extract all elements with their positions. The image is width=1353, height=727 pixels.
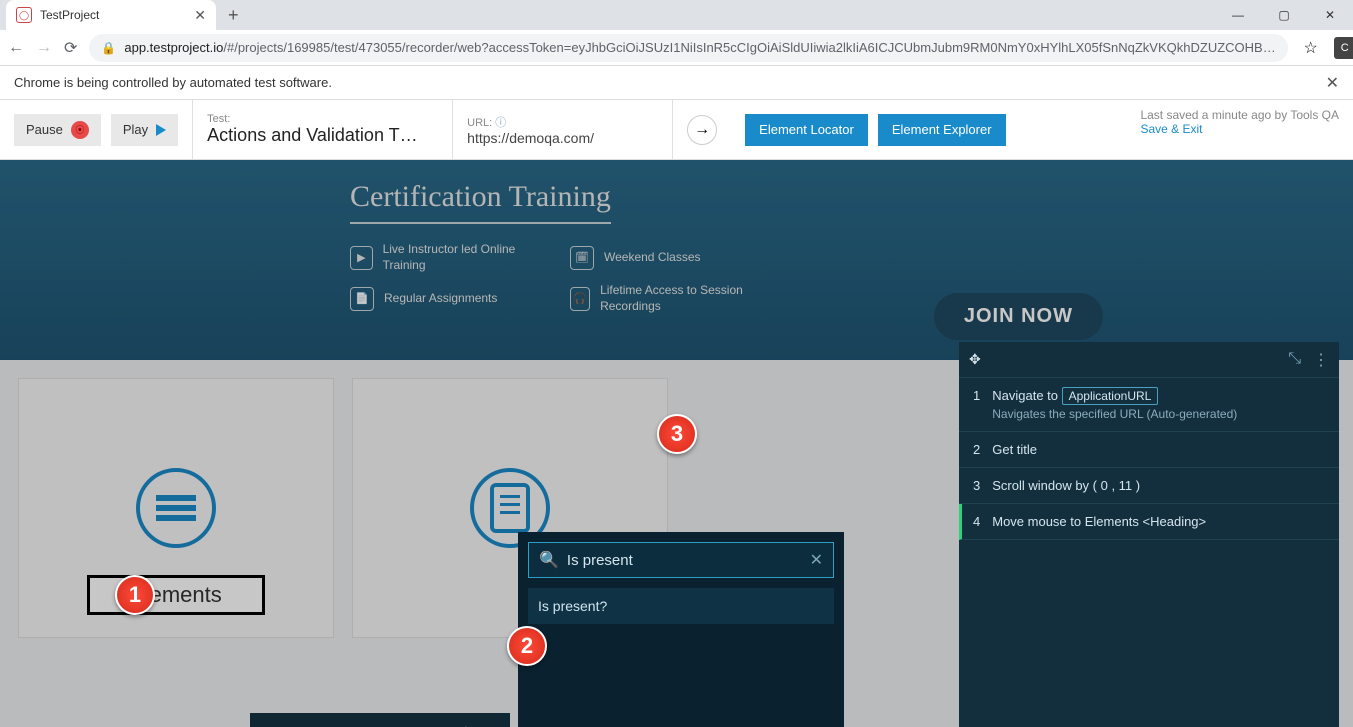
element-context-menu: Heading ⌬ ⋮ ✦ Actions › ✓ Validations › … xyxy=(250,713,510,727)
feature-text: Regular Assignments xyxy=(384,291,497,307)
window-titlebar: ◯ TestProject ✕ + — ▢ ✕ xyxy=(0,0,1353,30)
element-locator-button[interactable]: Element Locator xyxy=(745,114,868,146)
test-label: Test: xyxy=(207,113,438,125)
feature-text: Lifetime Access to Session Recordings xyxy=(600,283,770,314)
lock-icon: 🔒 xyxy=(101,41,116,55)
feature-text: Weekend Classes xyxy=(604,250,701,266)
save-exit-link[interactable]: Save & Exit xyxy=(1140,122,1339,136)
last-saved-text: Last saved a minute ago by Tools QA xyxy=(1140,108,1339,122)
steps-panel: ✥ ⤡ ⋮ 1 Navigate to ApplicationURL Navig… xyxy=(959,342,1339,727)
search-icon: 🔍 xyxy=(539,550,559,570)
window-minimize-icon[interactable]: — xyxy=(1215,0,1261,30)
step-row[interactable]: 1 Navigate to ApplicationURL Navigates t… xyxy=(959,378,1339,432)
step-subtext: Navigates the specified URL (Auto-genera… xyxy=(992,407,1325,421)
drag-move-icon[interactable]: ✥ xyxy=(969,351,981,368)
callout-badge-2: 2 xyxy=(507,626,547,666)
search-result-item[interactable]: Is present? xyxy=(528,588,834,624)
feature-text: Live Instructor led Online Training xyxy=(383,242,550,273)
browser-tab[interactable]: ◯ TestProject ✕ xyxy=(6,0,216,30)
recorder-toolbar: Pause ⦿ Play Test: Actions and Validatio… xyxy=(0,100,1353,160)
infobar-text: Chrome is being controlled by automated … xyxy=(14,75,332,90)
step-row[interactable]: 4 Move mouse to Elements <Heading> xyxy=(959,504,1339,540)
bookmark-star-icon[interactable]: ☆ xyxy=(1300,37,1322,59)
url-host: app.testproject.io xyxy=(124,40,223,55)
save-area: Last saved a minute ago by Tools QA Save… xyxy=(1126,100,1353,159)
url-path: /#/projects/169985/test/473055/recorder/… xyxy=(223,40,1275,55)
steps-more-icon[interactable]: ⋮ xyxy=(1313,350,1329,370)
play-circle-icon: ▶ xyxy=(350,246,373,270)
tab-close-icon[interactable]: ✕ xyxy=(194,7,206,24)
url-label: URL: ⓘ xyxy=(467,114,658,130)
collapse-icon[interactable]: ⤡ xyxy=(1288,350,1301,370)
nav-back-icon[interactable]: ← xyxy=(8,39,24,57)
step-row[interactable]: 3 Scroll window by ( 0 , 11 ) xyxy=(959,468,1339,504)
step-row[interactable]: 2 Get title xyxy=(959,432,1339,468)
headphones-icon: 🎧 xyxy=(570,287,590,311)
play-icon xyxy=(156,124,166,136)
record-indicator-icon: ⦿ xyxy=(71,121,89,139)
url-value: https://demoqa.com/ xyxy=(467,130,658,146)
automation-infobar: Chrome is being controlled by automated … xyxy=(0,66,1353,100)
pause-button[interactable]: Pause ⦿ xyxy=(14,114,101,146)
card-label: Elements xyxy=(87,575,265,615)
window-maximize-icon[interactable]: ▢ xyxy=(1261,0,1307,30)
go-arrow-button[interactable]: → xyxy=(687,115,717,145)
search-box[interactable]: 🔍 ✕ xyxy=(528,542,834,578)
nav-reload-icon[interactable]: ⟳ xyxy=(64,38,77,58)
window-close-icon[interactable]: ✕ xyxy=(1307,0,1353,30)
calendar-icon: 🗓 xyxy=(570,246,594,270)
infobar-close-icon[interactable]: ✕ xyxy=(1326,73,1339,93)
search-input[interactable] xyxy=(567,552,802,569)
url-box[interactable]: 🔒 app.testproject.io/#/projects/169985/t… xyxy=(89,34,1287,62)
banner-title: Certification Training xyxy=(350,180,611,224)
callout-badge-1: 1 xyxy=(115,575,155,615)
callout-badge-3: 3 xyxy=(657,414,697,454)
validation-search-panel: 🔍 ✕ Is present? xyxy=(518,532,844,727)
join-now-button[interactable]: JOIN NOW xyxy=(934,293,1103,340)
element-explorer-button[interactable]: Element Explorer xyxy=(878,114,1006,146)
address-bar: ← → ⟳ 🔒 app.testproject.io/#/projects/16… xyxy=(0,30,1353,66)
elements-icon xyxy=(136,468,216,548)
page-banner: Certification Training ▶ Live Instructor … xyxy=(0,160,1353,360)
new-tab-button[interactable]: + xyxy=(228,5,239,26)
clear-search-icon[interactable]: ✕ xyxy=(810,550,823,570)
play-button[interactable]: Play xyxy=(111,114,178,146)
extension-icon[interactable]: C xyxy=(1334,37,1353,59)
card-elements[interactable]: Elements xyxy=(18,378,334,638)
nav-forward-icon: → xyxy=(36,39,52,57)
doc-icon: 📄 xyxy=(350,287,374,311)
param-tag: ApplicationURL xyxy=(1062,387,1159,405)
test-name: Actions and Validation T… xyxy=(207,125,438,146)
page-viewport: Certification Training ▶ Live Instructor … xyxy=(0,160,1353,727)
tab-title: TestProject xyxy=(40,8,186,22)
info-icon: ⓘ xyxy=(495,117,506,129)
tab-favicon: ◯ xyxy=(16,7,32,23)
